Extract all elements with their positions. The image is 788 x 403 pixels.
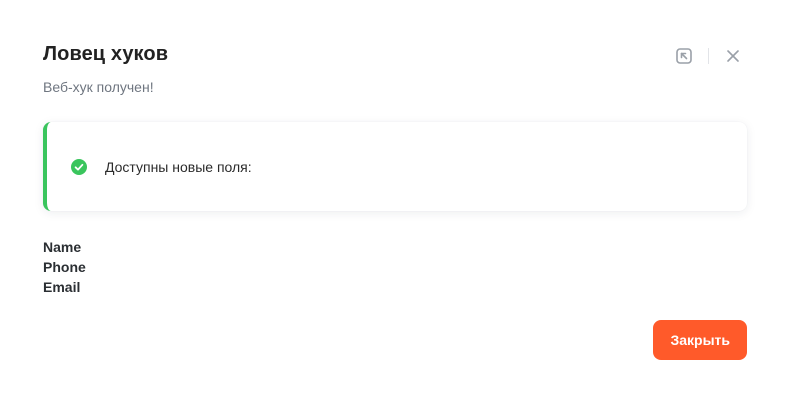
webhook-catcher-modal: Ловец хуков Веб-хук получен! Доступны но…: [0, 0, 788, 403]
open-in-window-icon: [676, 48, 692, 64]
modal-title: Ловец хуков: [43, 43, 169, 65]
close-icon-button[interactable]: [721, 44, 745, 68]
success-alert: Доступны новые поля:: [43, 122, 747, 211]
open-in-window-button[interactable]: [672, 44, 696, 68]
header-actions: [672, 44, 745, 68]
list-item: Name: [43, 239, 82, 255]
check-circle-icon: [71, 158, 87, 175]
alert-text: Доступны новые поля:: [105, 158, 252, 175]
list-item: Phone: [43, 259, 86, 275]
list-item: Email: [43, 279, 81, 295]
close-icon: [727, 50, 739, 62]
close-button[interactable]: Закрыть: [653, 320, 747, 360]
modal-subtitle: Веб-хук получен!: [43, 79, 154, 95]
header-divider: [708, 48, 709, 64]
new-fields-list: Name Phone Email: [43, 237, 86, 297]
